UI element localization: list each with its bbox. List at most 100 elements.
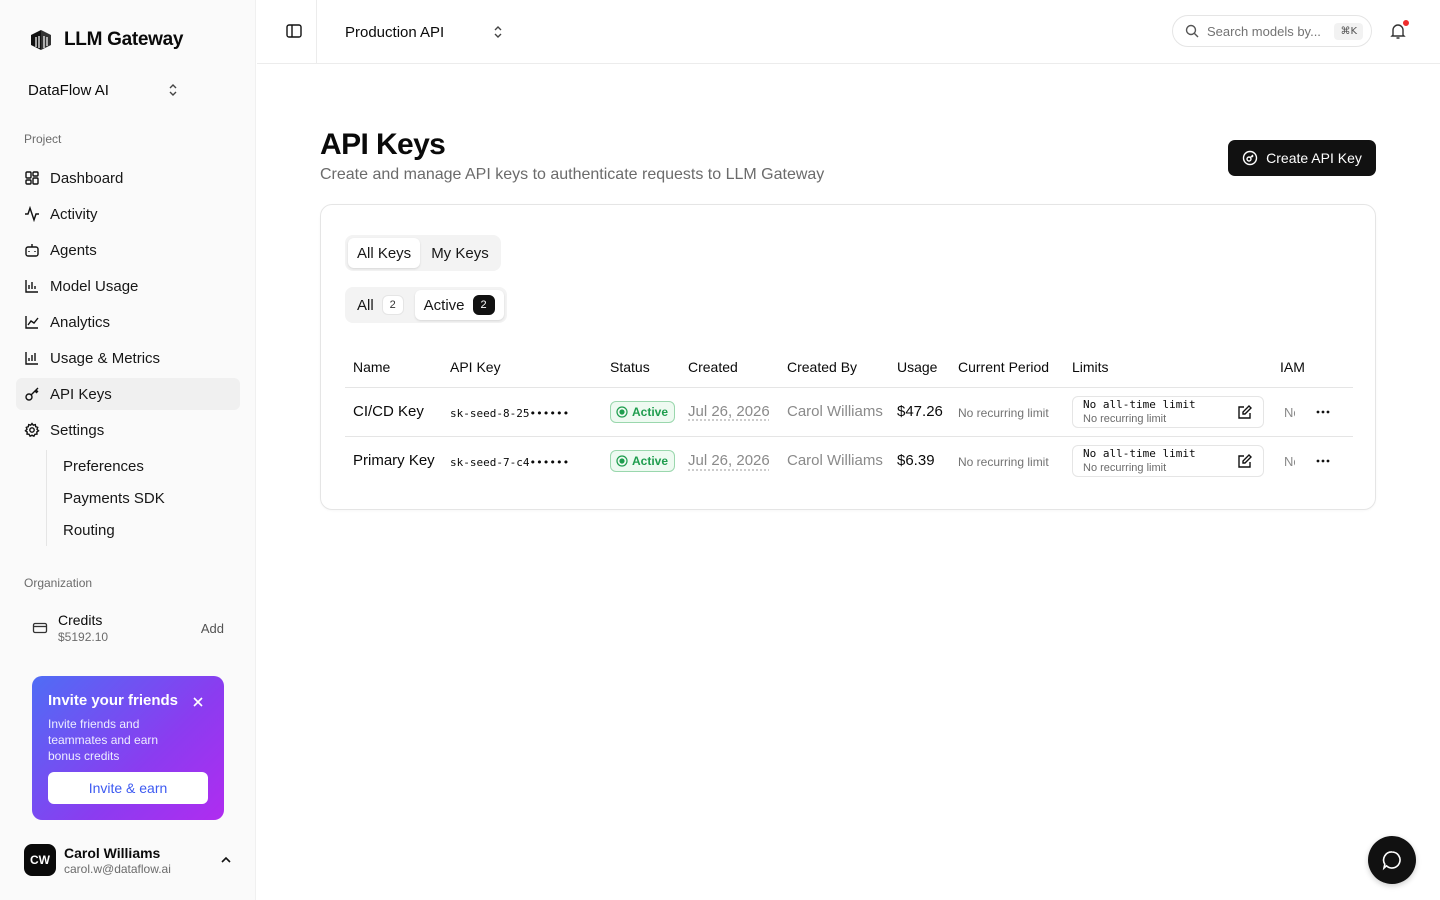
sidebar-item-activity[interactable]: Activity: [16, 198, 240, 230]
key-circle-icon: [1242, 150, 1258, 166]
sidebar-item-label: Settings: [50, 421, 105, 439]
current-period: No recurring limit: [958, 405, 1049, 420]
col-header-iam: IAM: [1272, 347, 1353, 388]
brand[interactable]: LLM Gateway: [28, 27, 183, 53]
filter-all-count: 2: [381, 295, 404, 315]
usage-value: $47.26: [897, 403, 943, 420]
org-name: DataFlow AI: [28, 81, 109, 99]
sidebar-item-usage-metrics[interactable]: Usage & Metrics: [16, 342, 240, 374]
credits-row[interactable]: Credits $5192.10 Add: [24, 606, 232, 650]
sidebar-subitem-payments-sdk[interactable]: Payments SDK: [55, 482, 240, 514]
notifications-button[interactable]: [1389, 19, 1410, 45]
sidebar-item-label: Usage & Metrics: [50, 349, 161, 367]
bot-icon: [25, 244, 39, 257]
usage-value: $6.39: [897, 452, 935, 470]
avatar: CW: [24, 844, 56, 876]
brand-name: LLM Gateway: [64, 29, 184, 50]
created-date: Jul 26, 2026: [688, 403, 770, 420]
credits-amount: $5192.10: [58, 630, 109, 644]
section-label-organization: Organization: [24, 576, 93, 590]
chat-button[interactable]: [1368, 836, 1416, 884]
topbar: Production API ⌘K: [257, 0, 1440, 64]
more-horizontal-icon[interactable]: [1315, 404, 1331, 420]
page-subtitle: Create and manage API keys to authentica…: [320, 166, 825, 183]
sidebar-item-model-usage[interactable]: Model Usage: [16, 270, 240, 302]
col-header-created-by: Created By: [779, 347, 889, 388]
api-keys-table: Name API Key Status Created Created By U…: [345, 347, 1353, 485]
col-header-api-key: API Key: [442, 347, 602, 388]
sidebar-item-analytics[interactable]: Analytics: [16, 306, 240, 338]
status-label: Active: [632, 453, 669, 468]
sidebar-item-agents[interactable]: Agents: [16, 234, 240, 266]
table-row: CI/CD Key sk-seed-8-25•••••• Active Jul …: [345, 387, 1353, 437]
chat-bubble-icon: [1382, 851, 1401, 871]
tab-my-keys[interactable]: My Keys: [422, 238, 498, 268]
tab-all-keys[interactable]: All Keys: [348, 238, 421, 268]
add-credits-button[interactable]: Add: [201, 621, 224, 636]
topbar-divider: [316, 0, 317, 64]
invite-title: Invite your friends: [48, 692, 179, 709]
search-input[interactable]: [1207, 23, 1323, 39]
active-circle-icon: [616, 455, 628, 467]
create-api-key-label: Create API Key: [1266, 150, 1362, 166]
edit-icon[interactable]: [1237, 404, 1253, 420]
filter-all[interactable]: All 2: [348, 290, 413, 320]
col-header-created: Created: [680, 347, 779, 388]
filter-active[interactable]: Active 2: [414, 290, 504, 320]
col-header-status: Status: [602, 347, 680, 388]
sidebar-item-settings[interactable]: Settings: [16, 414, 240, 446]
col-header-limits: Limits: [1064, 347, 1272, 388]
credit-card-icon: [32, 622, 48, 634]
col-header-current-period: Current Period: [950, 347, 1064, 388]
search-box[interactable]: ⌘K: [1172, 15, 1372, 47]
sidebar-item-label: Agents: [50, 241, 97, 259]
sidebar-subitem-preferences[interactable]: Preferences: [55, 450, 240, 482]
api-keys-card: All Keys My Keys All 2 Active 2 Name API…: [320, 204, 1376, 510]
sidebar-item-label: Dashboard: [50, 169, 124, 187]
create-api-key-button[interactable]: Create API Key: [1228, 140, 1376, 176]
filter-active-count: 2: [472, 295, 495, 315]
section-label-project: Project: [24, 132, 62, 146]
sidebar-item-api-keys[interactable]: API Keys: [16, 378, 240, 410]
page-title: API Keys: [320, 128, 446, 161]
user-menu[interactable]: CW Carol Williams carol.w@dataflow.ai: [24, 842, 232, 878]
sidebar-toggle-icon[interactable]: [285, 22, 303, 40]
credits-label: Credits: [58, 612, 103, 628]
more-horizontal-icon[interactable]: [1315, 453, 1331, 469]
sidebar-nav: Dashboard Activity Agents Model Usage An…: [16, 162, 240, 546]
gear-icon: [24, 422, 40, 438]
project-switcher[interactable]: Production API: [345, 18, 505, 46]
created-by: Carol Williams: [787, 403, 883, 420]
edit-icon[interactable]: [1237, 453, 1253, 469]
key-value: sk-seed-8-25••••••: [450, 406, 570, 420]
iam-value: No: [1284, 453, 1295, 469]
invite-card: Invite your friends Invite friends and t…: [32, 676, 224, 820]
sidebar-item-label: Model Usage: [50, 277, 139, 295]
created-date: Jul 26, 2026: [688, 452, 770, 470]
invite-earn-button[interactable]: Invite & earn: [48, 772, 208, 804]
limit-alltime: No all-time limit: [1083, 446, 1196, 460]
limits-box: No all-time limit No recurring limit: [1072, 444, 1264, 477]
chevron-up-down-icon: [494, 26, 502, 38]
logo-icon: [31, 30, 51, 50]
col-header-usage: Usage: [889, 347, 950, 388]
created-by: Carol Williams: [787, 452, 883, 470]
sidebar-item-dashboard[interactable]: Dashboard: [16, 162, 240, 194]
col-header-name: Name: [345, 347, 442, 388]
invite-body: Invite friends and teammates and earn bo…: [48, 717, 159, 763]
limits-box: No all-time limit No recurring limit: [1072, 395, 1264, 428]
table-header-row: Name API Key Status Created Created By U…: [345, 347, 1353, 388]
key-scope-tabs: All Keys My Keys: [345, 235, 501, 271]
sidebar: LLM Gateway DataFlow AI Project Dashboar…: [0, 0, 256, 900]
bar-chart-icon: [25, 280, 38, 293]
limit-alltime: No all-time limit: [1083, 397, 1196, 411]
line-chart-icon: [25, 316, 39, 329]
org-switcher[interactable]: DataFlow AI: [16, 74, 192, 106]
user-name: Carol Williams: [64, 844, 161, 861]
sidebar-subitem-routing[interactable]: Routing: [55, 514, 240, 546]
settings-subnav: Preferences Payments SDK Routing: [46, 450, 240, 546]
project-name: Production API: [345, 23, 445, 41]
sidebar-item-label: API Keys: [50, 385, 112, 403]
sidebar-item-label: Activity: [50, 205, 98, 223]
close-icon[interactable]: [192, 696, 204, 708]
